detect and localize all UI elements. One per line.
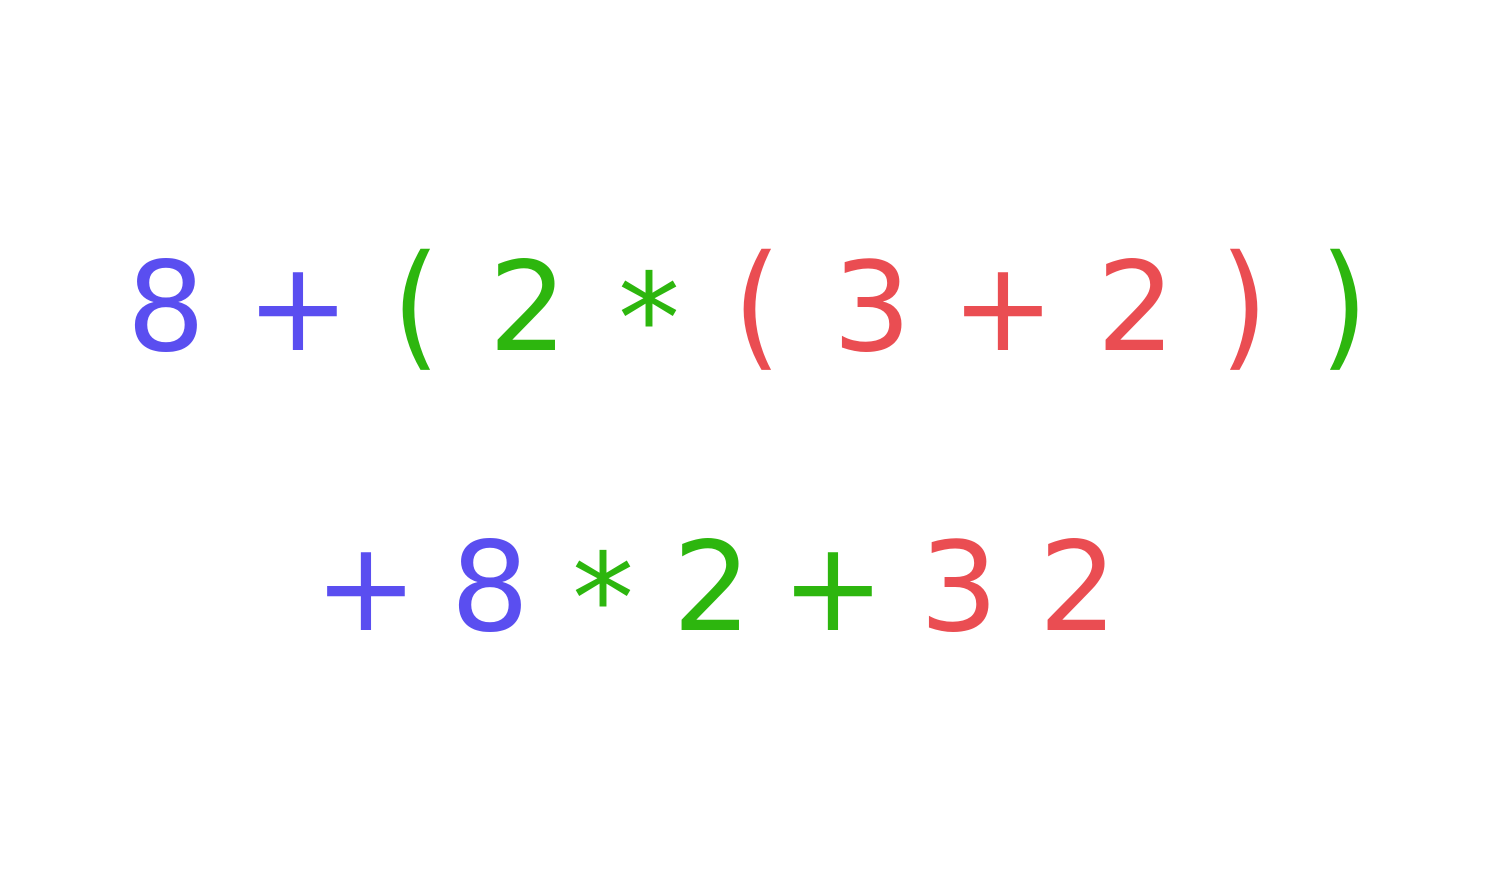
multiply-operator-middle-token: *: [572, 528, 634, 672]
close-paren-middle-token: ): [1320, 227, 1368, 385]
number-8-outer-token: 8: [450, 516, 530, 660]
number-2-middle-token: 2: [672, 516, 752, 660]
number-2-inner-token: 2: [1038, 516, 1118, 660]
number-3-inner-token: 3: [919, 516, 999, 660]
plus-operator-middle-token: +: [781, 516, 885, 660]
close-paren-inner-token: ): [1220, 227, 1268, 385]
expression-canvas: { "colors": { "outer": "#5a4ef0", "middl…: [0, 0, 1488, 876]
open-paren-inner-token: (: [733, 227, 781, 385]
prefix-expression: +8 * 2 +3 2: [0, 516, 1488, 670]
plus-operator-inner-token: +: [951, 236, 1055, 380]
number-8-outer-token: 8: [126, 236, 206, 380]
number-2-middle-token: 2: [488, 236, 568, 380]
plus-operator-outer-token: +: [314, 516, 418, 660]
number-2-inner-token: 2: [1096, 236, 1176, 380]
plus-operator-outer-token: +: [246, 236, 350, 380]
infix-expression: 8 + (2 * (3 +2)): [0, 227, 1488, 390]
multiply-operator-middle-token: *: [618, 248, 680, 392]
number-3-inner-token: 3: [832, 236, 912, 380]
open-paren-middle-token: (: [392, 227, 440, 385]
